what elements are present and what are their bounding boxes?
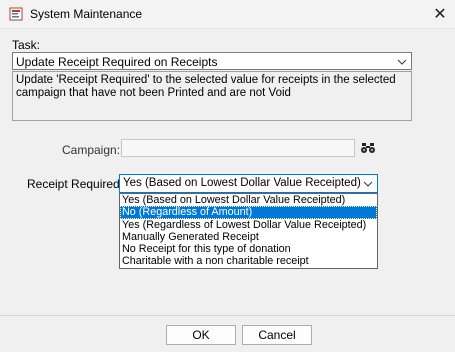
- receipt-required-select[interactable]: Yes (Based on Lowest Dollar Value Receip…: [119, 174, 378, 193]
- chevron-down-icon: [397, 59, 407, 65]
- binoculars-icon[interactable]: [360, 139, 376, 157]
- close-button[interactable]: ✕: [425, 0, 455, 28]
- ok-button[interactable]: OK: [166, 325, 236, 345]
- campaign-label: Campaign:: [62, 143, 121, 157]
- receipt-required-label: Receipt Required:: [27, 177, 124, 191]
- cancel-button[interactable]: Cancel: [242, 325, 312, 345]
- close-icon: ✕: [433, 6, 447, 23]
- task-select[interactable]: Update Receipt Required on Receipts: [12, 52, 412, 70]
- dropdown-option[interactable]: Manually Generated Receipt: [120, 231, 377, 243]
- receipt-required-dropdown: Yes (Based on Lowest Dollar Value Receip…: [119, 193, 378, 269]
- title-bar: System Maintenance ✕: [0, 0, 455, 29]
- dropdown-option[interactable]: No Receipt for this type of donation: [120, 243, 377, 255]
- dropdown-option[interactable]: Charitable with a non charitable receipt: [120, 255, 377, 267]
- app-icon: [9, 7, 23, 21]
- task-description: Update 'Receipt Required' to the selecte…: [12, 71, 412, 121]
- task-selected-value: Update Receipt Required on Receipts: [16, 55, 218, 69]
- dropdown-option[interactable]: Yes (Based on Lowest Dollar Value Receip…: [120, 194, 377, 206]
- dropdown-option[interactable]: Yes (Regardless of Lowest Dollar Value R…: [120, 219, 377, 231]
- campaign-input[interactable]: [121, 139, 355, 157]
- task-label: Task:: [12, 38, 41, 52]
- receipt-required-selected-value: Yes (Based on Lowest Dollar Value Receip…: [123, 177, 361, 189]
- chevron-down-icon: [363, 181, 373, 187]
- dropdown-option[interactable]: No (Regardless of Amount): [120, 206, 377, 219]
- window-title: System Maintenance: [30, 7, 143, 21]
- button-bar: OK Cancel: [0, 315, 455, 352]
- system-maintenance-dialog: System Maintenance ✕ Task: Update Receip…: [0, 0, 455, 352]
